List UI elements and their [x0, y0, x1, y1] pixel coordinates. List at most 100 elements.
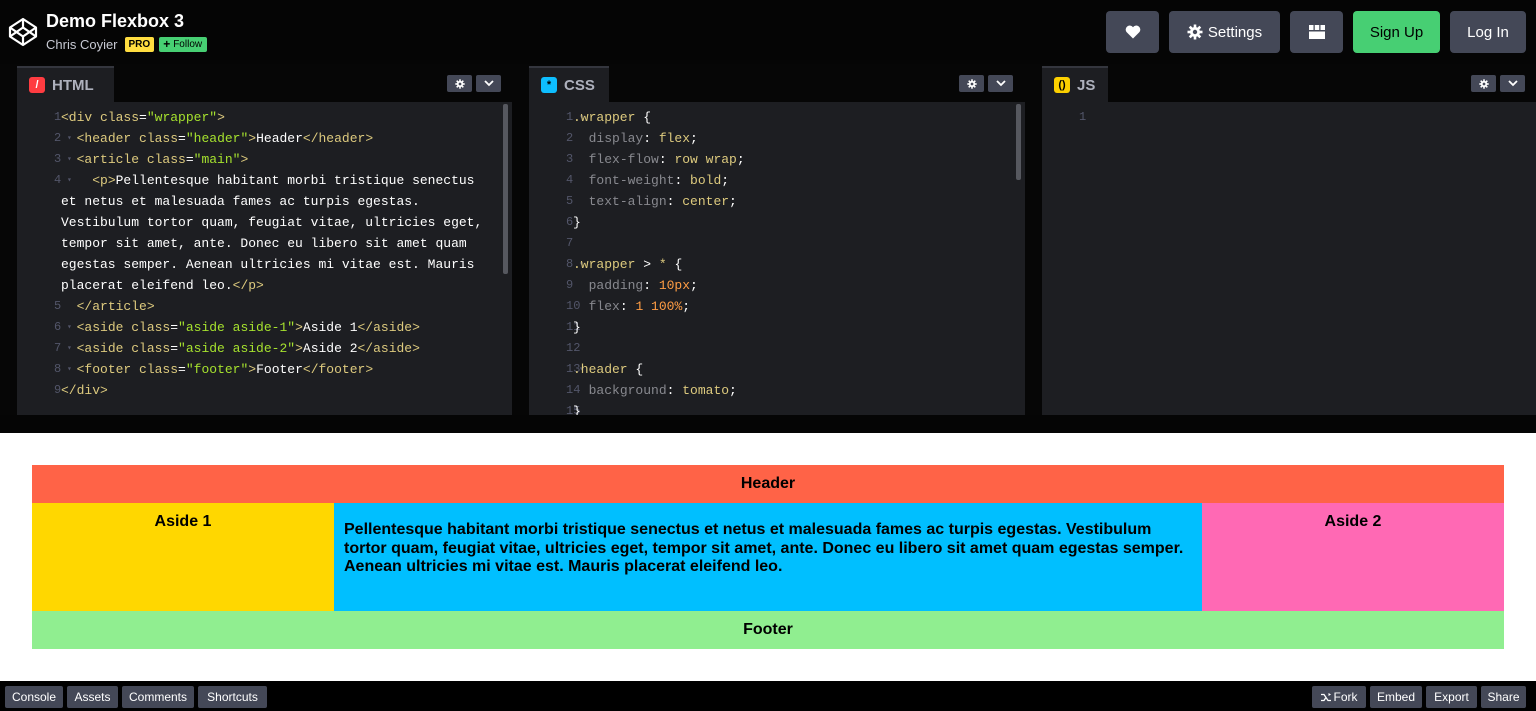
heart-icon — [1125, 25, 1140, 39]
pro-badge: PRO — [124, 36, 155, 52]
code-token: <div — [61, 110, 101, 125]
css-settings-button[interactable] — [959, 75, 984, 92]
code-token: ; — [682, 299, 691, 314]
html-icon: / — [29, 77, 45, 93]
log-in-button[interactable]: Log In — [1450, 11, 1526, 53]
resize-divider[interactable] — [0, 415, 1536, 433]
shortcuts-button[interactable]: Shortcuts — [198, 686, 267, 708]
fork-button[interactable]: Fork — [1312, 686, 1366, 708]
console-button[interactable]: Console — [5, 686, 63, 708]
code-text: <article class="main"> — [61, 149, 249, 170]
sign-up-button[interactable]: Sign Up — [1353, 11, 1440, 53]
code-token: "wrapper" — [146, 110, 218, 125]
code-token: Header — [256, 131, 303, 146]
code-token: </div> — [61, 383, 108, 398]
layout-grid-icon — [1308, 25, 1325, 39]
js-options-dropdown[interactable] — [1500, 75, 1525, 92]
share-button[interactable]: Share — [1481, 686, 1526, 708]
line-number: 4 — [54, 173, 62, 187]
css-scrollbar[interactable] — [1016, 104, 1021, 180]
line-number: 2 — [566, 131, 574, 145]
codepen-logo-icon[interactable] — [8, 17, 38, 47]
code-token: Aside 1 — [302, 320, 358, 335]
css-options-dropdown[interactable] — [988, 75, 1013, 92]
js-settings-button[interactable] — [1471, 75, 1496, 92]
chevron-down-icon — [995, 80, 1006, 87]
code-token: <article — [76, 152, 147, 167]
assets-button[interactable]: Assets — [67, 686, 118, 708]
code-token: { — [627, 362, 644, 377]
follow-button[interactable]: + Follow — [159, 36, 208, 52]
result-preview: Header Aside 1 Pellentesque habitant mor… — [0, 433, 1536, 681]
code-token: display — [588, 131, 644, 146]
line-number: 9 — [54, 383, 62, 397]
bottom-bar: Console Assets Comments Shortcuts Fork E… — [0, 681, 1536, 711]
code-token: > — [248, 131, 257, 146]
code-text: font-weight: bold; — [573, 170, 729, 191]
settings-button[interactable]: Settings — [1169, 11, 1280, 53]
code-line: 14 background: tomato; — [529, 380, 1025, 401]
js-code-body[interactable]: 1 — [1042, 102, 1536, 415]
code-line: 13 ▾ .header { — [529, 359, 1025, 380]
comments-button[interactable]: Comments — [122, 686, 194, 708]
code-token: : — [674, 173, 691, 188]
change-view-button[interactable] — [1290, 11, 1343, 53]
html-scrollbar[interactable] — [503, 104, 508, 274]
css-editor-header: * CSS — [529, 64, 1025, 102]
line-number: 1 — [1079, 110, 1087, 124]
preview-main: Pellentesque habitant morbi tristique se… — [334, 503, 1202, 611]
code-token: Vestibulum tortor quam, feugiat vitae, u… — [61, 215, 483, 230]
code-token: font-weight — [588, 173, 675, 188]
line-number: 5 — [54, 299, 62, 313]
code-token: </p> — [232, 278, 264, 293]
tab-js[interactable]: () JS — [1042, 66, 1108, 102]
code-line: 3 flex-flow: row wrap; — [529, 149, 1025, 170]
js-editor: () JS 1 — [1042, 64, 1536, 415]
code-token: </article> — [76, 299, 155, 314]
code-token: text-align — [588, 194, 667, 209]
code-text: egestas semper. Aenean ultricies mi vita… — [61, 254, 474, 275]
line-number: 7 — [54, 341, 62, 355]
code-token: "header" — [185, 131, 249, 146]
code-token: "footer" — [185, 362, 249, 377]
line-number: 10 — [566, 299, 581, 313]
preview-aside-2: Aside 2 — [1202, 503, 1504, 611]
css-code-body[interactable]: 1 ▾ .wrapper {2 display: flex; 3 flex-flow:… — [529, 102, 1025, 415]
js-icon: () — [1054, 77, 1070, 93]
css-editor: * CSS 1 ▾ .wrapper {2 display: flex; 3 flex… — [529, 64, 1025, 415]
author-name[interactable]: Chris Coyier — [46, 37, 118, 52]
code-token: > — [248, 362, 257, 377]
tab-css[interactable]: * CSS — [529, 66, 609, 102]
like-button[interactable] — [1106, 11, 1159, 53]
code-text: et netus et malesuada fames ac turpis eg… — [61, 191, 420, 212]
code-token: : — [643, 278, 659, 293]
html-code-body[interactable]: 1 ▾ <div class="wrapper"> 2 ▾ <header class=… — [17, 102, 512, 415]
code-line: 7 ▾ <aside class="aside aside-2">Aside 2<… — [17, 338, 512, 359]
tab-html[interactable]: / HTML — [17, 66, 114, 102]
html-editor: / HTML 1 ▾ <div class="wrapper"> 2 ▾ <header… — [17, 64, 512, 415]
code-token: background — [588, 383, 667, 398]
code-token: flex-flow — [588, 152, 659, 167]
code-token: ; — [729, 383, 737, 398]
code-token: > — [240, 152, 249, 167]
code-token: = — [178, 131, 186, 146]
line-number: 7 — [566, 236, 574, 250]
code-token: tomato — [682, 383, 730, 398]
fork-label: Fork — [1333, 690, 1358, 704]
code-token: ; — [690, 131, 698, 146]
html-settings-button[interactable] — [447, 75, 472, 92]
export-button[interactable]: Export — [1426, 686, 1477, 708]
code-token: <aside — [76, 320, 132, 335]
code-token: class — [131, 341, 171, 356]
code-token: "aside aside-2" — [178, 341, 296, 356]
html-options-dropdown[interactable] — [476, 75, 501, 92]
embed-button[interactable]: Embed — [1370, 686, 1422, 708]
code-token: padding — [588, 278, 644, 293]
code-line: 10 flex: 1 100%; — [529, 296, 1025, 317]
code-token: </aside> — [357, 320, 420, 335]
code-token: 1 100% — [635, 299, 683, 314]
